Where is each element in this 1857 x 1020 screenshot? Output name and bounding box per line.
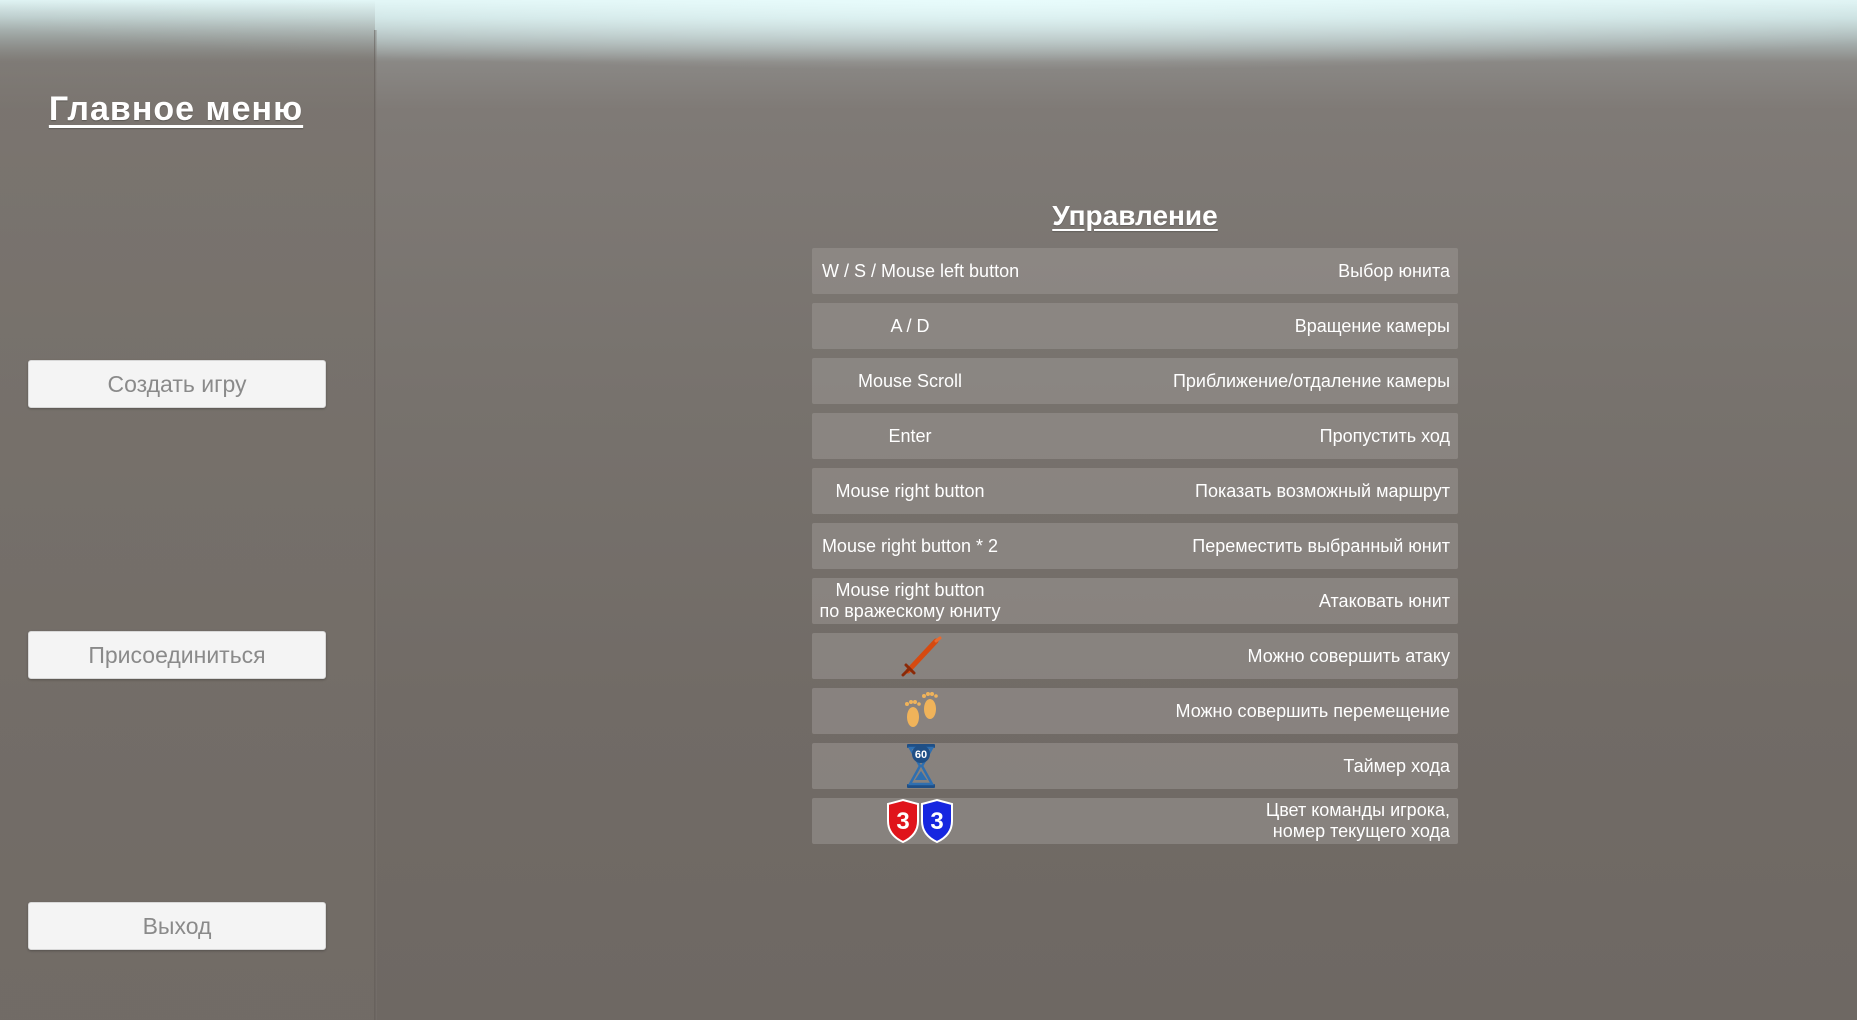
controls-row: 3 3 Цвет команды игрока, номер текущего … [812,798,1458,844]
controls-title: Управление [1052,200,1218,231]
sword-icon [898,633,946,679]
control-key: Mouse right button по вражескому юниту [812,578,1008,624]
control-key: Mouse Scroll [857,370,963,391]
control-key: Enter [888,425,932,446]
control-action: Пропустить ход [1319,425,1450,446]
controls-row: 60 Таймер хода [812,743,1458,789]
controls-row: A / D Вращение камеры [812,303,1458,349]
controls-row: Enter Пропустить ход [812,413,1458,459]
control-action: Можно совершить атаку [1247,645,1450,666]
control-action-line: номер текущего хода [1272,821,1450,841]
main-menu-title: Главное меню [48,90,304,128]
control-action: Приближение/отдаление камеры [1172,370,1450,391]
controls-row: Mouse right button по вражескому юниту А… [812,578,1458,624]
main-menu-panel [0,0,375,1020]
control-action-line: Цвет команды игрока, [1265,800,1450,820]
team-shields-icon: 3 3 [885,798,957,844]
controls-row: Mouse right button * 2 Переместить выбра… [812,523,1458,569]
controls-row: W / S / Mouse left button Выбор юнита [812,248,1458,294]
control-action: Выбор юнита [1338,260,1450,281]
control-action: Атаковать юнит [1318,590,1450,611]
timer-value: 60 [915,749,927,761]
control-action: Цвет команды игрока, номер текущего хода [1030,798,1450,844]
controls-row: Можно совершить атаку [812,633,1458,679]
control-action: Таймер хода [1343,755,1450,776]
control-action: Переместить выбранный юнит [1192,535,1450,556]
game-scene: Главное меню Создать игру Присоединиться… [0,0,1857,1020]
control-key: W / S / Mouse left button [822,260,1020,281]
controls-row: Mouse Scroll Приближение/отдаление камер… [812,358,1458,404]
red-shield-number: 3 [896,808,909,835]
control-action: Вращение камеры [1294,315,1450,336]
join-game-button[interactable]: Присоединиться [28,631,326,679]
controls-row: Mouse right button Показать возможный ма… [812,468,1458,514]
create-game-button[interactable]: Создать игру [28,360,326,408]
blue-shield-number: 3 [930,808,943,835]
control-key-line: Mouse right button [835,580,985,600]
control-action: Можно совершить перемещение [1175,700,1451,721]
controls-row: Можно совершить перемещение [812,688,1458,734]
control-key-line: по вражескому юниту [819,601,1001,621]
control-action: Показать возможный маршрут [1195,480,1450,501]
footprints-icon [900,688,944,734]
control-key: Mouse right button [835,480,985,501]
hourglass-timer-icon: 60 [903,743,939,789]
control-key: Mouse right button * 2 [821,535,999,556]
exit-button[interactable]: Выход [28,902,326,950]
control-key: A / D [890,315,930,336]
panel-divider [374,30,377,1020]
